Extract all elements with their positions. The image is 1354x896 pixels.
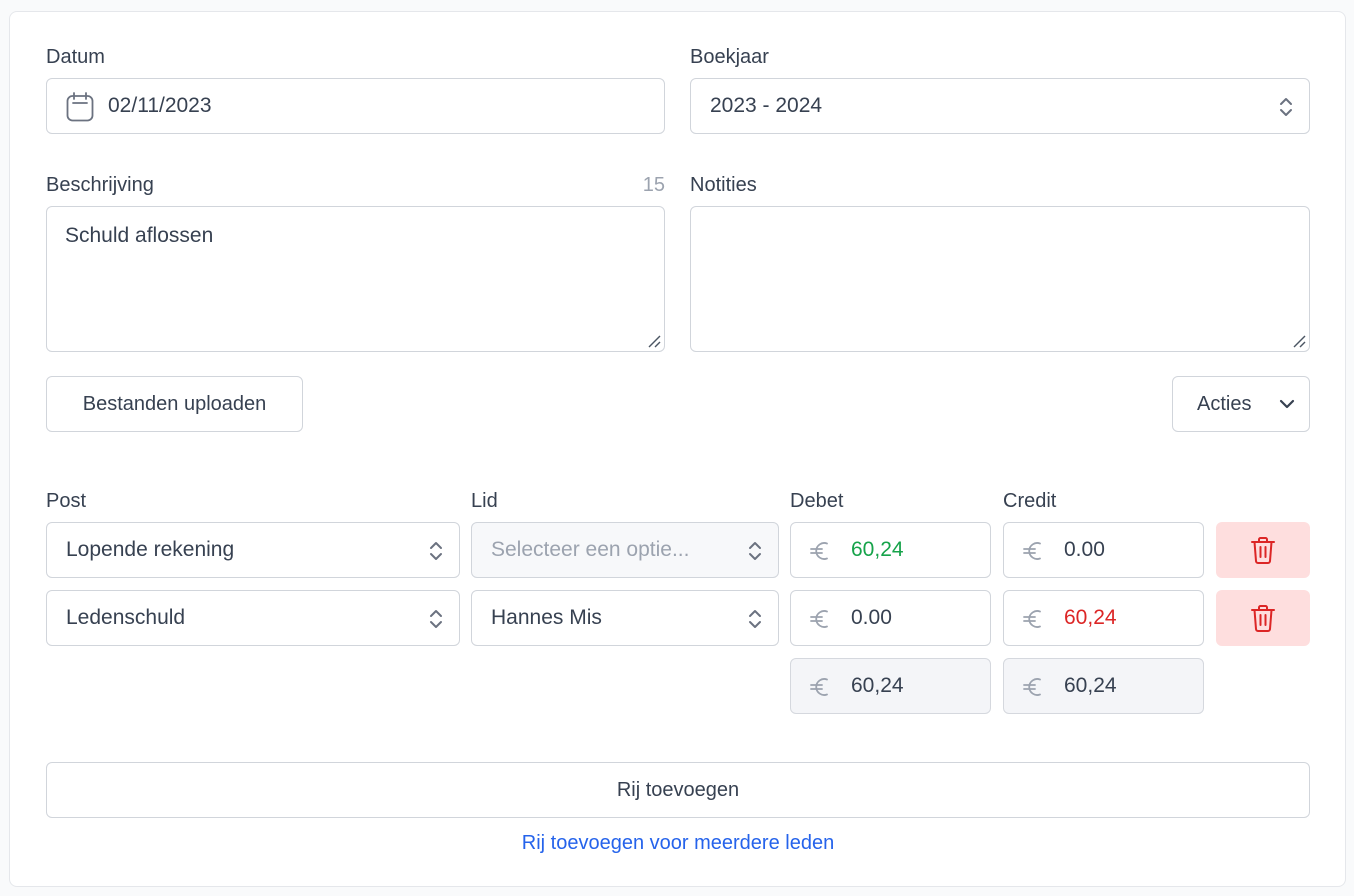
boekjaar-value: 2023 - 2024 [710, 94, 823, 117]
euro-icon [809, 675, 831, 699]
debet-value: 0.00 [851, 606, 892, 629]
debet-total-value: 60,24 [851, 674, 904, 697]
journal-entry-form: Datum 02/11/2023 Boekjaar 2023 - 2024 Be… [9, 11, 1346, 887]
post-select[interactable]: Ledenschuld [46, 590, 460, 646]
credit-value: 0.00 [1064, 538, 1105, 561]
notities-textarea[interactable] [690, 206, 1310, 352]
boekjaar-label: Boekjaar [690, 46, 769, 68]
acties-label: Acties [1197, 392, 1252, 415]
post-header: Post [46, 490, 87, 512]
datum-input[interactable]: 02/11/2023 [46, 78, 665, 134]
beschrijving-label: Beschrijving [46, 174, 154, 196]
credit-input[interactable]: 60,24 [1003, 590, 1204, 646]
add-row-multiple-members-link[interactable]: Rij toevoegen voor meerdere leden [46, 832, 1310, 855]
acties-dropdown-button[interactable]: Acties [1172, 376, 1310, 432]
chevron-up-down-icon [1280, 98, 1292, 116]
chevron-up-down-icon [430, 542, 442, 560]
trash-icon [1251, 605, 1275, 632]
datum-value: 02/11/2023 [108, 94, 212, 117]
trash-icon [1251, 537, 1275, 564]
post-select[interactable]: Lopende rekening [46, 522, 460, 578]
credit-input[interactable]: 0.00 [1003, 522, 1204, 578]
lid-header: Lid [471, 490, 498, 512]
character-counter: 15 [642, 174, 665, 196]
resize-handle-icon[interactable] [647, 334, 661, 348]
beschrijving-value: Schuld aflossen [65, 224, 214, 247]
resize-handle-icon[interactable] [1292, 334, 1306, 348]
delete-row-button[interactable] [1216, 522, 1310, 578]
chevron-up-down-icon [749, 610, 761, 628]
debet-input[interactable]: 0.00 [790, 590, 991, 646]
chevron-down-icon [1279, 399, 1295, 409]
post-value: Lopende rekening [66, 538, 235, 561]
datum-label: Datum [46, 46, 105, 68]
lid-placeholder: Selecteer een optie... [491, 538, 690, 561]
lid-select[interactable]: Selecteer een optie... [471, 522, 779, 578]
debet-header: Debet [790, 490, 844, 512]
beschrijving-textarea[interactable]: Schuld aflossen [46, 206, 665, 352]
euro-icon [809, 607, 831, 631]
chevron-up-down-icon [749, 542, 761, 560]
debet-input[interactable]: 60,24 [790, 522, 991, 578]
credit-value: 60,24 [1064, 606, 1117, 629]
lid-select[interactable]: Hannes Mis [471, 590, 779, 646]
euro-icon [1022, 607, 1044, 631]
notities-label: Notities [690, 174, 757, 196]
credit-total: 60,24 [1003, 658, 1204, 714]
calendar-icon [66, 92, 94, 122]
lid-value: Hannes Mis [491, 606, 602, 629]
credit-header: Credit [1003, 490, 1057, 512]
chevron-up-down-icon [430, 610, 442, 628]
euro-icon [809, 539, 831, 563]
credit-total-value: 60,24 [1064, 674, 1117, 697]
euro-icon [1022, 539, 1044, 563]
euro-icon [1022, 675, 1044, 699]
debet-total: 60,24 [790, 658, 991, 714]
boekjaar-select[interactable]: 2023 - 2024 [690, 78, 1310, 134]
debet-value: 60,24 [851, 538, 904, 561]
post-value: Ledenschuld [66, 606, 186, 629]
upload-files-button[interactable]: Bestanden uploaden [46, 376, 303, 432]
add-row-button[interactable]: Rij toevoegen [46, 762, 1310, 818]
delete-row-button[interactable] [1216, 590, 1310, 646]
